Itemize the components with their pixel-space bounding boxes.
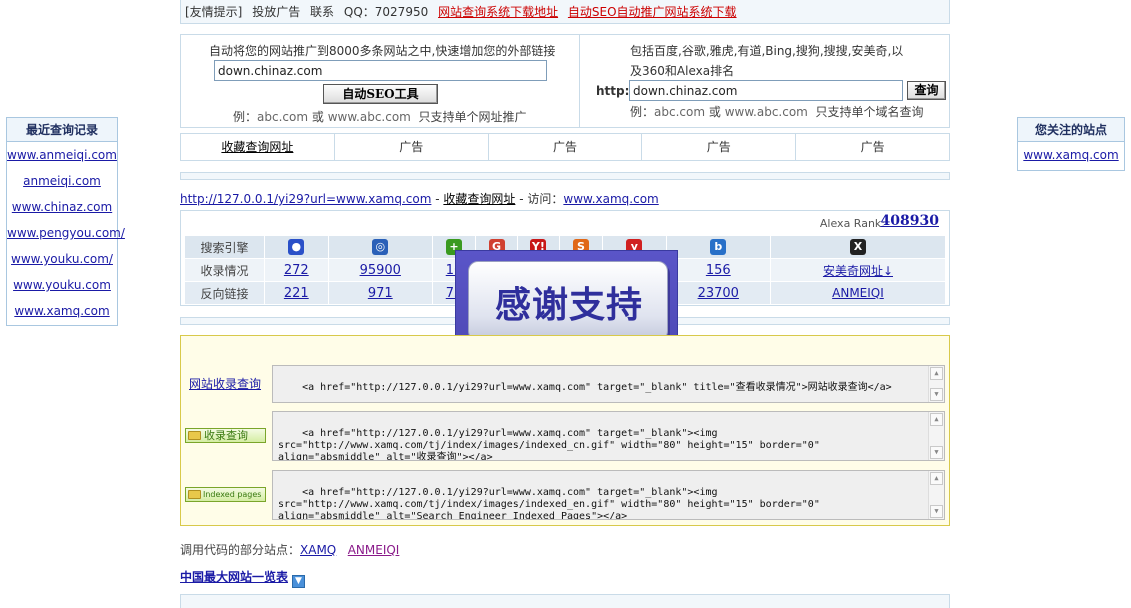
stat-cell: 221: [264, 281, 329, 305]
indexed-count-link[interactable]: 156: [706, 263, 731, 278]
contact-text: 联系: [310, 5, 335, 19]
engine-cell: b: [665, 235, 771, 259]
indexed-count-link[interactable]: 安美奇网址↓: [823, 264, 893, 278]
rank-query-panel: 包括百度,谷歌,雅虎,有道,Bing,搜狗,搜搜,安美奇,以 及360和Alex…: [579, 34, 950, 128]
anmeiqi-icon[interactable]: X: [849, 239, 866, 255]
scrollbar[interactable]: ▲ ▼: [928, 471, 944, 519]
row-label-indexed: 收录情况: [184, 258, 265, 282]
download-link-seo-system[interactable]: 自动SEO自动推广网站系统下载: [568, 5, 737, 19]
google-like-icon[interactable]: ◎: [372, 239, 389, 255]
qq-text: QQ：7027950: [343, 5, 429, 19]
recent-query-link[interactable]: www.youku.com/: [7, 246, 117, 272]
scrollbar[interactable]: ▲ ▼: [928, 366, 944, 402]
stat-cell: 272: [264, 258, 329, 282]
row-label-engine: 搜索引擎: [184, 235, 265, 259]
scroll-down-icon[interactable]: ▼: [930, 505, 943, 518]
embed-code-en-image[interactable]: <a href="http://127.0.0.1/yi29?url=www.x…: [272, 470, 945, 520]
largest-sites-list-link[interactable]: 中国最大网站一览表 ▼: [180, 568, 306, 588]
engine-cell: X: [769, 235, 947, 259]
visit-site-link[interactable]: www.xamq.com: [563, 192, 658, 206]
watched-site-link[interactable]: www.xamq.com: [1018, 142, 1124, 168]
recent-query-link[interactable]: www.anmeiqi.com: [7, 142, 117, 168]
scroll-down-icon[interactable]: ▼: [930, 388, 943, 401]
backlink-count-link[interactable]: 23700: [698, 286, 739, 301]
stat-cell: 安美奇网址↓: [769, 258, 947, 282]
divider-bar: [180, 172, 950, 180]
scroll-up-icon[interactable]: ▲: [930, 367, 943, 380]
seo-tool-button[interactable]: 自动SEO工具: [323, 84, 438, 104]
code-users-line: 调用代码的部分站点：XAMQ ANMEIQI: [180, 543, 400, 557]
watched-sites-box: 您关注的站点 www.xamq.com: [1017, 117, 1125, 171]
seo-url-input[interactable]: [214, 60, 547, 81]
recent-query-link[interactable]: www.youku.com: [7, 272, 117, 298]
engine-cell: ◎: [327, 235, 433, 259]
folder-icon: [188, 431, 201, 440]
watched-sites-title: 您关注的站点: [1018, 118, 1124, 142]
tab-ad[interactable]: 广告: [796, 134, 949, 160]
stat-cell: 23700: [665, 281, 771, 305]
rank-promo-text-1: 包括百度,谷歌,雅虎,有道,Bing,搜狗,搜搜,安美奇,以: [630, 44, 904, 58]
arrow-down-icon: ▼: [292, 575, 306, 588]
row-label-backlinks: 反向链接: [184, 281, 265, 305]
stat-cell: 971: [327, 281, 433, 305]
query-url-link[interactable]: http://127.0.0.1/yi29?url=www.xamq.com: [180, 192, 431, 206]
folder-icon: [188, 490, 201, 499]
site-index-query-link[interactable]: 网站收录查询: [189, 375, 261, 392]
scroll-up-icon[interactable]: ▲: [930, 413, 943, 426]
stat-cell: 156: [665, 258, 771, 282]
ad-tab-row: 收藏查询网址 广告 广告 广告 广告: [180, 133, 950, 161]
tip-label: [友情提示]: [185, 5, 243, 19]
recent-query-link[interactable]: anmeiqi.com: [7, 168, 117, 194]
rank-promo-text-2: 及360和Alexa排名: [630, 64, 735, 78]
recent-query-link[interactable]: www.xamq.com: [7, 298, 117, 324]
stat-cell: ANMEIQI: [769, 281, 947, 305]
indexed-cn-badge[interactable]: 收录查询: [185, 428, 266, 443]
indexed-count-link[interactable]: 272: [284, 263, 309, 278]
backlink-count-link[interactable]: 971: [368, 286, 393, 301]
scroll-down-icon[interactable]: ▼: [930, 446, 943, 459]
query-url-line: http://127.0.0.1/yi29?url=www.xamq.com -…: [180, 192, 659, 206]
embed-code-cn-image[interactable]: <a href="http://127.0.0.1/yi29?url=www.x…: [272, 411, 945, 461]
download-link-query-system[interactable]: 网站查询系统下载地址: [438, 5, 558, 19]
embed-code-text-link[interactable]: <a href="http://127.0.0.1/yi29?url=www.x…: [272, 365, 945, 403]
bing-icon[interactable]: b: [710, 239, 727, 255]
backlink-count-link[interactable]: 221: [284, 286, 309, 301]
baidu-icon[interactable]: ●: [288, 239, 305, 255]
tab-ad[interactable]: 广告: [335, 134, 489, 160]
code-user-link-anmeiqi[interactable]: ANMEIQI: [348, 543, 400, 557]
bottom-bar: [180, 594, 950, 608]
domain-query-input[interactable]: [629, 80, 903, 101]
favorite-query-link[interactable]: 收藏查询网址: [443, 192, 515, 206]
alexa-rank-value[interactable]: 408930: [881, 213, 939, 229]
thanks-text: 感谢支持: [494, 284, 643, 326]
indexed-count-link[interactable]: 95900: [360, 263, 401, 278]
query-example: 例：abc.com 或 www.abc.com 只支持单个域名查询: [630, 105, 924, 119]
alexa-rank-label: Alexa Rank:: [819, 217, 885, 230]
recent-queries-box: 最近查询记录 www.anmeiqi.com anmeiqi.com www.c…: [6, 117, 125, 326]
scroll-up-icon[interactable]: ▲: [930, 472, 943, 485]
stat-cell: 95900: [327, 258, 433, 282]
seo-promo-text: 自动将您的网站推广到8000多条网站之中,快速增加您的外部链接: [209, 44, 556, 58]
seo-example: 例：abc.com 或 www.abc.com 只支持单个网址推广: [233, 110, 527, 124]
tab-favorite-query-url[interactable]: 收藏查询网址: [181, 134, 335, 160]
seo-promo-panel: 自动将您的网站推广到8000多条网站之中,快速增加您的外部链接 自动SEO工具 …: [180, 34, 580, 128]
recent-query-link[interactable]: www.chinaz.com: [7, 194, 117, 220]
recent-queries-title: 最近查询记录: [7, 118, 117, 142]
scrollbar[interactable]: ▲ ▼: [928, 412, 944, 460]
engine-cell: ●: [264, 235, 329, 259]
recent-query-link[interactable]: www.pengyou.com/: [7, 220, 125, 246]
notice-bar: [友情提示] 投放广告 联系 QQ：7027950 网站查询系统下载地址 自动S…: [180, 0, 950, 24]
embed-code-box: 网站收录查询 <a href="http://127.0.0.1/yi29?ur…: [180, 335, 950, 526]
advertise-text: 投放广告: [252, 5, 301, 19]
indexed-en-badge[interactable]: Indexed pages: [185, 487, 266, 502]
backlink-count-link[interactable]: ANMEIQI: [832, 286, 884, 300]
code-user-link-xamq[interactable]: XAMQ: [300, 543, 336, 557]
query-button[interactable]: 查询: [907, 81, 946, 100]
tab-ad[interactable]: 广告: [642, 134, 797, 160]
tab-ad[interactable]: 广告: [489, 134, 643, 160]
